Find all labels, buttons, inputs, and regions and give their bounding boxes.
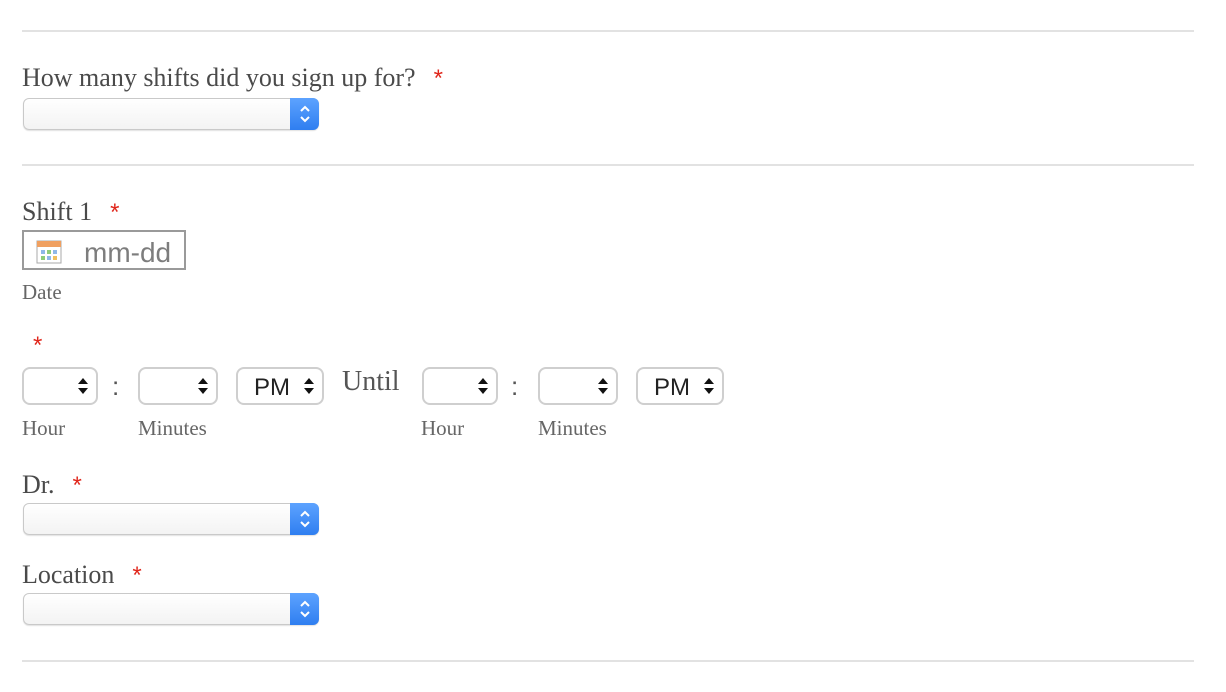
updown-chevron-icon <box>290 593 319 625</box>
section-divider-middle <box>22 164 1194 166</box>
shifts-count-select[interactable] <box>23 98 319 130</box>
required-asterisk: * <box>433 65 443 92</box>
end-hour-sublabel: Hour <box>421 416 465 440</box>
end-ampm-select[interactable]: PM <box>636 367 724 405</box>
start-minutes-select[interactable] <box>138 367 218 405</box>
doctor-select[interactable] <box>23 503 319 535</box>
time-required-asterisk: * <box>33 332 43 359</box>
end-minutes-sublabel: Minutes <box>538 416 607 440</box>
shifts-question-label: How many shifts did you sign up for? * <box>22 63 443 94</box>
shift1-label: Shift 1 * <box>22 197 119 228</box>
sort-arrows-icon <box>78 378 88 394</box>
start-ampm-value: PM <box>254 374 290 401</box>
shift1-date-placeholder: mm-dd <box>84 237 172 268</box>
time-colon-separator: : <box>511 371 519 401</box>
doctor-label-text: Dr. <box>22 470 55 499</box>
required-asterisk: * <box>132 562 142 589</box>
doctor-label: Dr. * <box>22 470 82 501</box>
updown-chevron-icon <box>290 503 319 535</box>
required-asterisk: * <box>72 472 82 499</box>
location-label-text: Location <box>22 560 115 589</box>
start-minutes-sublabel: Minutes <box>138 416 207 440</box>
sort-arrows-icon <box>304 378 314 394</box>
start-ampm-select[interactable]: PM <box>236 367 324 405</box>
sort-arrows-icon <box>478 378 488 394</box>
shifts-question-text: How many shifts did you sign up for? <box>22 63 416 92</box>
sort-arrows-icon <box>598 378 608 394</box>
shift1-label-text: Shift 1 <box>22 197 93 226</box>
start-hour-select[interactable] <box>22 367 98 405</box>
updown-chevron-icon <box>290 98 319 130</box>
section-divider-top <box>22 30 1194 32</box>
sort-arrows-icon <box>198 378 208 394</box>
location-select[interactable] <box>23 593 319 625</box>
section-divider-bottom <box>22 660 1194 662</box>
required-asterisk: * <box>110 199 120 226</box>
location-label: Location * <box>22 560 142 591</box>
calendar-icon[interactable] <box>36 240 62 268</box>
shift1-date-sublabel: Date <box>22 280 62 304</box>
until-label: Until <box>342 366 400 397</box>
end-hour-select[interactable] <box>422 367 498 405</box>
end-ampm-value: PM <box>654 374 690 401</box>
sort-arrows-icon <box>704 378 714 394</box>
start-hour-sublabel: Hour <box>22 416 66 440</box>
end-minutes-select[interactable] <box>538 367 618 405</box>
shift1-date-input[interactable]: mm-dd <box>22 230 186 270</box>
time-colon-separator: : <box>112 371 120 401</box>
